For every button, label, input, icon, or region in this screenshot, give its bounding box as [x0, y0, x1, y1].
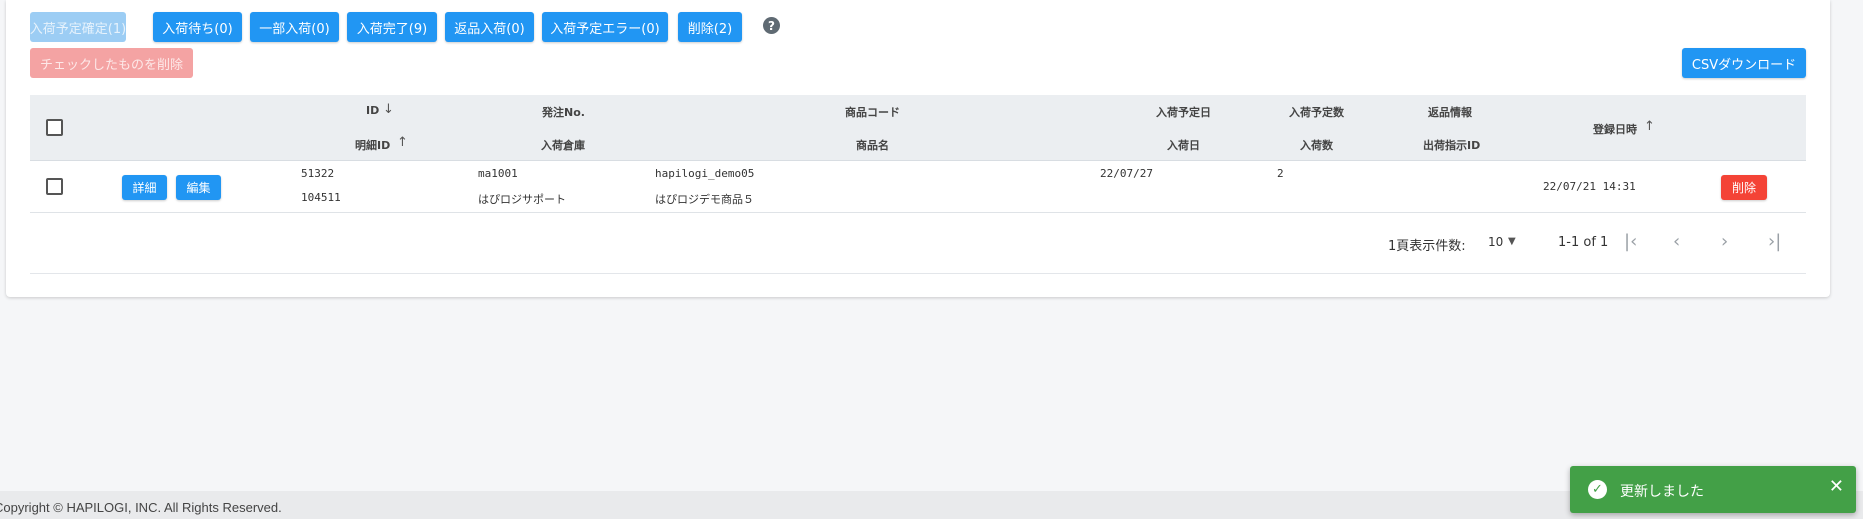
header-return-info: 返品情報: [1428, 106, 1472, 119]
sort-arrow-down-icon[interactable]: ↓: [383, 102, 394, 117]
header-arrival-qty: 入荷数: [1300, 139, 1333, 152]
sort-arrow-up-icon[interactable]: ↑: [397, 135, 408, 150]
tab-return[interactable]: 返品入荷(0): [445, 12, 534, 42]
cell-warehouse: はぴロジサポート: [478, 193, 566, 206]
first-page-icon[interactable]: |‹: [1624, 233, 1637, 251]
header-product-name: 商品名: [856, 139, 889, 152]
header-shipping-id: 出荷指示ID: [1423, 139, 1481, 152]
cell-product-name: はぴロジデモ商品５: [655, 193, 754, 206]
per-page-select[interactable]: 10 ▼: [1488, 234, 1522, 254]
header-detail-id[interactable]: 明細ID: [355, 137, 390, 153]
select-all-checkbox[interactable]: [46, 119, 63, 136]
tab-deleted[interactable]: 削除(2): [678, 12, 742, 42]
dropdown-caret-icon: ▼: [1508, 236, 1516, 247]
cell-registered-at: 22/07/21 14:31: [1543, 180, 1636, 193]
per-page-value: 10: [1488, 235, 1504, 249]
toast-message: 更新しました: [1620, 484, 1704, 500]
tab-error[interactable]: 入荷予定エラー(0): [542, 12, 668, 42]
header-arrival-date: 入荷日: [1167, 139, 1200, 152]
header-product-code: 商品コード: [845, 106, 900, 119]
edit-button[interactable]: 編集: [176, 175, 221, 200]
delete-checked-button[interactable]: チェックしたものを削除: [30, 48, 193, 78]
last-page-icon[interactable]: ›|: [1768, 233, 1781, 251]
prev-page-icon[interactable]: ‹: [1673, 233, 1680, 251]
header-order-no: 発注No.: [542, 106, 585, 119]
page-range: 1-1 of 1: [1558, 235, 1609, 250]
copyright-text: Copyright © HAPILOGI, INC. All Rights Re…: [0, 500, 282, 515]
cell-scheduled-date: 22/07/27: [1100, 167, 1153, 180]
tab-waiting[interactable]: 入荷待ち(0): [153, 12, 242, 42]
tab-scheduled-confirmed[interactable]: 入荷予定確定(1): [30, 12, 126, 42]
header-scheduled-qty: 入荷予定数: [1289, 106, 1344, 119]
header-registered-at[interactable]: 登録日時: [1593, 121, 1637, 137]
per-page-label: 1頁表示件数:: [1388, 239, 1466, 254]
table-bottom-divider: [30, 273, 1806, 274]
cell-detail-id: 104511: [301, 191, 341, 204]
close-icon[interactable]: ✕: [1829, 478, 1844, 496]
table-header: ID ↓ 明細ID ↑ 発注No. 入荷倉庫 商品コード 商品名 入荷予定日 入…: [30, 95, 1806, 161]
row-checkbox[interactable]: [46, 178, 63, 195]
tab-complete[interactable]: 入荷完了(9): [347, 12, 437, 42]
sort-arrow-up-icon[interactable]: ↑: [1644, 119, 1655, 134]
check-circle-icon: ✓: [1588, 480, 1607, 499]
detail-button[interactable]: 詳細: [122, 175, 167, 200]
row-delete-button[interactable]: 削除: [1721, 175, 1767, 200]
cell-product-code: hapilogi_demo05: [655, 167, 755, 180]
header-warehouse: 入荷倉庫: [541, 139, 585, 152]
cell-scheduled-qty: 2: [1277, 167, 1284, 180]
tab-partial[interactable]: 一部入荷(0): [250, 12, 339, 42]
success-toast: ✓ 更新しました ✕: [1570, 466, 1856, 513]
table-row: 詳細 編集 51322 104511 ma1001 はぴロジサポート hapil…: [30, 162, 1806, 213]
help-icon[interactable]: ?: [763, 17, 780, 34]
header-id[interactable]: ID: [366, 104, 379, 117]
cell-order-no: ma1001: [478, 167, 518, 180]
header-scheduled-date: 入荷予定日: [1156, 106, 1211, 119]
next-page-icon[interactable]: ›: [1721, 233, 1728, 251]
csv-download-button[interactable]: CSVダウンロード: [1682, 48, 1806, 78]
cell-id: 51322: [301, 167, 335, 180]
